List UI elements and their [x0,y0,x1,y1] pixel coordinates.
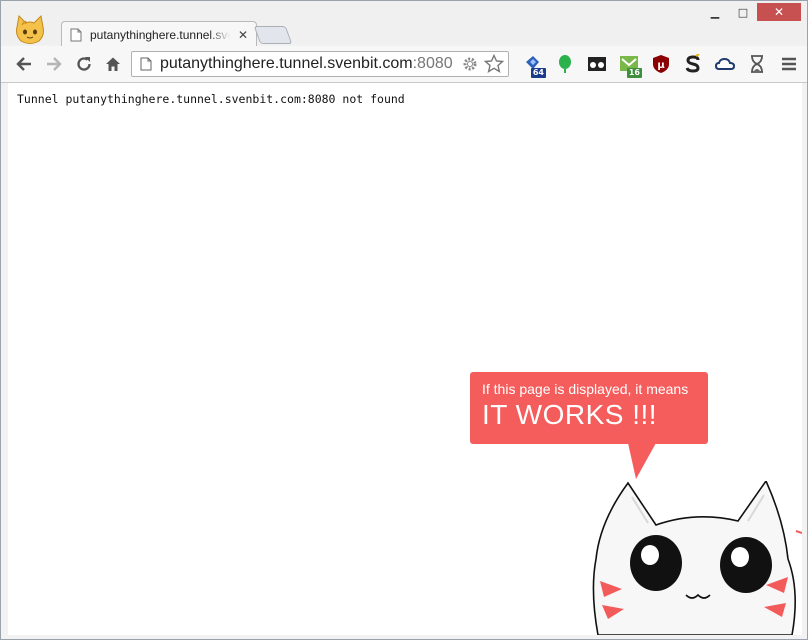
ublock-extension-icon: μ [653,55,669,73]
tab-title: putanythinghere.tunnel.svenbit.com:8080 [90,27,230,42]
gear-icon[interactable] [460,54,480,74]
title-bar: putanythinghere.tunnel.svenbit.com:8080 … [1,1,807,47]
bubble-line-2: IT WORKS !!! [482,399,658,430]
maximize-button[interactable]: □ [729,3,757,21]
hamburger-menu-icon [782,57,796,71]
close-window-button[interactable]: ✕ [757,3,801,21]
extension-button-mail[interactable]: 16 [613,52,645,78]
svg-text:μ: μ [657,60,665,71]
back-arrow-icon [16,57,31,71]
green-pin-extension-icon [559,55,571,73]
glasses-extension-icon [588,57,606,71]
extension-badge: 16 [626,68,642,78]
page-content: Tunnel putanythinghere.tunnel.svenbit.co… [8,83,802,635]
bookmark-star-icon[interactable] [484,54,504,74]
url-port: :8080 [412,55,453,72]
url-text: putanythinghere.tunnel.svenbit.com:8080 [160,55,453,73]
cat-mascot-image [592,481,802,635]
extension-button-green-pin[interactable] [549,52,581,76]
speech-bubble-tail [628,443,656,479]
tunnel-not-found-message: Tunnel putanythinghere.tunnel.svenbit.co… [17,92,405,106]
url-host: putanythinghere.tunnel.svenbit.com [160,55,413,72]
extension-button-cloud[interactable] [709,52,741,76]
extension-button-s-logo[interactable] [677,52,709,76]
extension-button-ublock[interactable]: μ [645,52,677,76]
extension-button-hourglass[interactable] [741,52,773,76]
reload-icon [77,57,91,71]
back-button[interactable] [13,53,35,75]
speech-bubble: If this page is displayed, it means IT W… [470,372,708,444]
extension-button-glasses[interactable] [581,52,613,76]
tab-close-icon[interactable]: ✕ [238,28,248,42]
extension-badge: 64 [530,68,546,78]
forward-arrow-icon [47,57,62,71]
tab-active[interactable]: putanythinghere.tunnel.svenbit.com:8080 … [61,21,257,47]
profile-cat-icon[interactable] [13,13,47,47]
home-button[interactable] [102,53,124,75]
s-logo-extension-icon [685,54,700,73]
minimize-button[interactable]: ▁ [701,3,729,21]
toolbar: putanythinghere.tunnel.svenbit.com:8080 … [1,46,807,83]
browser-window: putanythinghere.tunnel.svenbit.com:8080 … [0,0,808,640]
hourglass-extension-icon [751,55,763,73]
reload-button[interactable] [73,53,95,75]
forward-button[interactable] [43,53,65,75]
menu-button[interactable] [773,52,805,76]
page-icon [70,28,82,41]
extension-button-blue-drop[interactable]: 64 [517,52,549,78]
cloud-extension-icon [715,57,735,70]
bubble-line-1: If this page is displayed, it means [482,381,689,397]
home-icon [106,57,120,71]
page-icon [140,57,152,71]
new-tab-button[interactable] [253,26,293,44]
address-bar[interactable]: putanythinghere.tunnel.svenbit.com:8080 [131,51,509,77]
